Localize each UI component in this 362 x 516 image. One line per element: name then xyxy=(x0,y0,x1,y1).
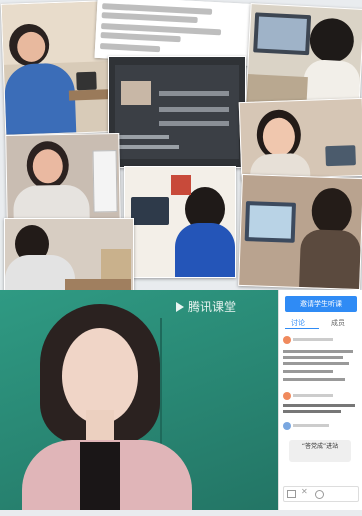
student-photo-3 xyxy=(238,97,362,181)
emoji-icon[interactable] xyxy=(315,490,324,499)
play-icon xyxy=(176,301,184,312)
chat-avatar xyxy=(283,392,291,400)
student-photo-6 xyxy=(238,173,362,291)
student-photo-2 xyxy=(245,3,362,109)
close-icon[interactable]: ✕ xyxy=(301,487,308,496)
chat-avatar xyxy=(283,336,291,344)
screen-share-photo xyxy=(108,56,246,168)
notice-pill: “答党成”进站 xyxy=(289,440,351,462)
chat-avatar xyxy=(283,422,291,430)
tencent-classroom-label: 腾讯课堂 xyxy=(188,300,237,314)
student-photo-4 xyxy=(5,133,121,225)
tab-members[interactable]: 成员 xyxy=(331,318,345,328)
student-photo-5 xyxy=(124,166,236,278)
teacher-video: 腾讯课堂 xyxy=(0,290,278,510)
invite-students-button[interactable]: 邀请学生听课 xyxy=(285,296,357,312)
image-icon[interactable] xyxy=(287,490,296,498)
tencent-classroom-logo: 腾讯课堂 xyxy=(176,298,236,315)
tab-discussion[interactable]: 讨论 xyxy=(291,318,305,328)
discussion-panel: 邀请学生听课 讨论 成员 “答党成”进站 ✕ xyxy=(278,290,362,510)
